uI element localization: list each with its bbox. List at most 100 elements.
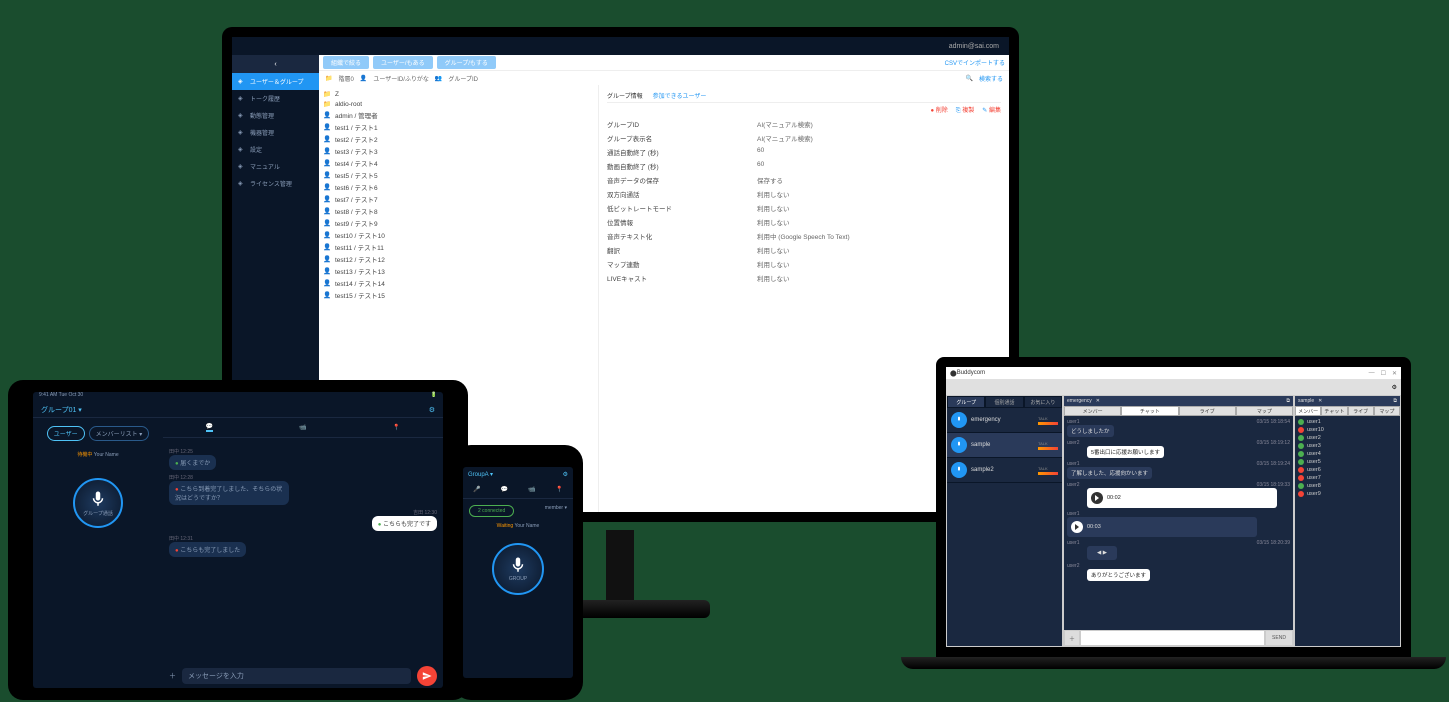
edit-button[interactable]: ✎ 編集 — [982, 105, 1001, 115]
tree-item[interactable]: 👤test14 / テスト14 — [323, 277, 594, 289]
gear-icon[interactable]: ⚙ — [1392, 384, 1397, 391]
member-dropdown[interactable]: member ▾ — [545, 505, 567, 517]
chat-log[interactable]: user103/15 18:18:54どうしましたかuser203/15 18:… — [1064, 416, 1293, 630]
send-button[interactable] — [417, 666, 437, 686]
sidebar-item[interactable]: ◈動態管理 — [232, 107, 319, 124]
close-icon[interactable]: ✕ — [1392, 370, 1397, 377]
breadcrumb-path[interactable]: ユーザーID/ふりがな — [373, 74, 429, 83]
group-title[interactable]: グループ01 ▾ — [41, 405, 82, 415]
tree-item[interactable]: 👤test11 / テスト11 — [323, 241, 594, 253]
user-row[interactable]: user2 — [1297, 434, 1398, 442]
group-item[interactable]: emergencyTALK — [947, 408, 1062, 433]
detail-tab-users[interactable]: 参加できるユーザー — [653, 91, 707, 100]
detach-icon[interactable]: ⧉ — [1393, 398, 1397, 404]
detach-icon[interactable]: ⧉ — [1286, 398, 1290, 404]
user-row[interactable]: user8 — [1297, 482, 1398, 490]
detail-row: 動画自動終了 (秒)60 — [607, 159, 1001, 173]
user-row[interactable]: user3 — [1297, 442, 1398, 450]
minimize-icon[interactable]: — — [1369, 370, 1375, 377]
member-list-tab[interactable]: メンバーリスト ▾ — [89, 426, 150, 441]
user-row[interactable]: user1 — [1297, 418, 1398, 426]
delete-button[interactable]: ● 削除 — [930, 105, 947, 115]
group-item[interactable]: sampleTALK — [947, 433, 1062, 458]
breadcrumb-root[interactable]: 階層0 — [338, 74, 353, 83]
copy-button[interactable]: ⎘ 複製 — [956, 105, 974, 115]
tree-item[interactable]: 👤test7 / テスト7 — [323, 193, 594, 205]
maximize-icon[interactable]: ☐ — [1381, 370, 1386, 377]
group-item[interactable]: sample2TALK — [947, 458, 1062, 483]
chat-message: user103/15 18:20:39◀ ▶ — [1067, 540, 1290, 560]
user-row[interactable]: user7 — [1297, 474, 1398, 482]
group-selector[interactable]: GroupA ▾ — [468, 471, 493, 478]
search-link[interactable]: 検索する — [979, 74, 1003, 83]
chat-tab[interactable]: チャット — [1321, 406, 1347, 416]
tree-item[interactable]: 👤test1 / テスト1 — [323, 121, 594, 133]
tree-item[interactable]: 👤test2 / テスト2 — [323, 133, 594, 145]
tree-item[interactable]: 👤test5 / テスト5 — [323, 169, 594, 181]
groups-panel: グループ 個別通話 お気に入り emergencyTALKsampleTALKs… — [947, 396, 1062, 646]
breadcrumb-group[interactable]: グループID — [448, 74, 478, 83]
chat-tab-icon[interactable]: 💬 — [206, 423, 213, 432]
user-row[interactable]: user6 — [1297, 466, 1398, 474]
sidebar-item[interactable]: ◈ライセンス管理 — [232, 175, 319, 192]
user-row[interactable]: user4 — [1297, 450, 1398, 458]
detail-row: 双方向通話利用しない — [607, 187, 1001, 201]
mic-tab-icon[interactable]: 🎤 — [473, 486, 480, 493]
tree-item[interactable]: 📁aldio-root — [323, 99, 594, 109]
sidebar-item[interactable]: ◈機器管理 — [232, 124, 319, 141]
video-tab-icon[interactable]: 📹 — [299, 424, 306, 431]
attach-button[interactable]: ＋ — [1065, 631, 1079, 645]
message-input[interactable]: メッセージを入力 — [182, 668, 411, 684]
settings-icon[interactable]: ⚙ — [563, 471, 568, 478]
favorites-tab[interactable]: お気に入り — [1024, 396, 1062, 408]
chat-input[interactable] — [1081, 631, 1264, 645]
mic-button[interactable]: グループ通話 — [73, 478, 123, 528]
send-button[interactable]: SEND — [1266, 631, 1292, 645]
individual-tab[interactable]: 個別通話 — [985, 396, 1023, 408]
live-tab[interactable]: ライブ — [1348, 406, 1374, 416]
live-tab[interactable]: ライブ — [1179, 406, 1236, 416]
tree-item[interactable]: 👤test15 / テスト15 — [323, 289, 594, 301]
map-tab-icon[interactable]: 📍 — [393, 424, 400, 431]
chat-tab[interactable]: チャット — [1121, 406, 1178, 416]
map-tab-icon[interactable]: 📍 — [556, 486, 563, 493]
account-label[interactable]: admin@sai.com — [949, 43, 999, 50]
chat-tab-icon[interactable]: 💬 — [501, 486, 508, 493]
tree-item[interactable]: 👤test13 / テスト13 — [323, 265, 594, 277]
add-icon[interactable]: ＋ — [169, 671, 176, 681]
tab-user[interactable]: ユーザー/もある — [373, 56, 433, 69]
sidebar-item[interactable]: ◈ユーザー＆グループ — [232, 73, 319, 90]
user-row[interactable]: user10 — [1297, 426, 1398, 434]
tab-org[interactable]: 組織で絞る — [323, 56, 369, 69]
sidebar-item[interactable]: ◈設定 — [232, 141, 319, 158]
sidebar-back-button[interactable]: ‹ — [232, 55, 319, 73]
members-tab[interactable]: メンバー — [1064, 406, 1121, 416]
user-tab[interactable]: ユーザー — [47, 426, 85, 441]
map-tab[interactable]: マップ — [1236, 406, 1293, 416]
close-panel-icon[interactable]: ✕ — [1096, 398, 1100, 404]
tree-item[interactable]: 👤test12 / テスト12 — [323, 253, 594, 265]
tree-item[interactable]: 👤test4 / テスト4 — [323, 157, 594, 169]
detail-tab-info[interactable]: グループ情報 — [607, 91, 643, 100]
tree-item[interactable]: 👤test9 / テスト9 — [323, 217, 594, 229]
tree-item[interactable]: 👤admin / 管理者 — [323, 109, 594, 121]
tab-group[interactable]: グループ/もする — [437, 56, 496, 69]
close-panel-icon[interactable]: ✕ — [1318, 398, 1322, 404]
tree-item[interactable]: 👤test3 / テスト3 — [323, 145, 594, 157]
user-row[interactable]: user9 — [1297, 490, 1398, 498]
sidebar-item[interactable]: ◈マニュアル — [232, 158, 319, 175]
map-tab[interactable]: マップ — [1374, 406, 1400, 416]
tree-item[interactable]: 👤test10 / テスト10 — [323, 229, 594, 241]
tree-item[interactable]: 📁Z — [323, 89, 594, 99]
video-tab-icon[interactable]: 📹 — [528, 486, 535, 493]
tree-item[interactable]: 👤test6 / テスト6 — [323, 181, 594, 193]
sidebar-item[interactable]: ◈トーク履歴 — [232, 90, 319, 107]
csv-import-link[interactable]: CSVでインポートする — [945, 58, 1005, 67]
user-row[interactable]: user5 — [1297, 458, 1398, 466]
groups-tab[interactable]: グループ — [947, 396, 985, 408]
members-tab[interactable]: メンバー — [1295, 406, 1321, 416]
mic-button[interactable]: GROUP — [492, 543, 544, 595]
connection-status: 2 connected — [469, 505, 514, 517]
tree-item[interactable]: 👤test8 / テスト8 — [323, 205, 594, 217]
settings-icon[interactable]: ⚙ — [429, 406, 435, 414]
